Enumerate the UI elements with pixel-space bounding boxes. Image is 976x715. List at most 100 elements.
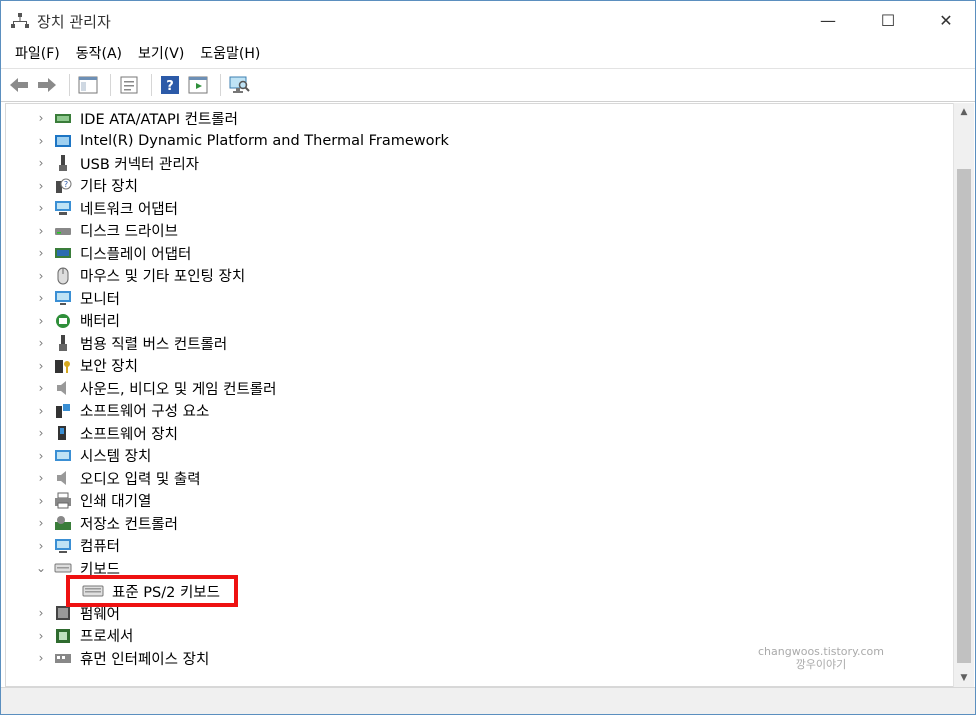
close-button[interactable]: ✕ — [921, 1, 971, 39]
tree-item-label: 모니터 — [80, 291, 121, 308]
hid-icon — [55, 654, 71, 663]
chevron-right-icon[interactable]: › — [34, 629, 48, 643]
forward-button[interactable] — [35, 73, 59, 97]
tree-item-label: 배터리 — [80, 314, 121, 330]
window-title: 장치 관리자 — [37, 13, 111, 31]
menu-file[interactable]: 파일(F) — [7, 43, 68, 63]
tree-item-label: USB 커넥터 관리자 — [80, 156, 200, 173]
tree-item-software-component[interactable]: › 소프트웨어 구성 요소 — [6, 400, 209, 422]
processor-icon — [56, 628, 70, 643]
maximize-icon: ☐ — [880, 10, 896, 30]
tree-item-ide-controller[interactable]: › IDE ATA/ATAPI 컨트롤러 — [6, 107, 238, 129]
tree-item-disk-drive[interactable]: › 디스크 드라이브 — [6, 220, 178, 242]
tree-item-label: 보안 장치 — [80, 359, 138, 375]
scan-hardware-icon — [229, 76, 250, 93]
svg-text:?: ? — [64, 180, 68, 189]
chevron-right-icon[interactable]: › — [34, 269, 48, 283]
chevron-right-icon[interactable]: › — [34, 336, 48, 350]
security-device-icon — [55, 359, 70, 373]
chevron-right-icon[interactable]: › — [34, 426, 48, 440]
properties-button[interactable] — [117, 73, 141, 97]
help-button[interactable]: ? — [158, 73, 182, 97]
scroll-thumb[interactable] — [957, 169, 971, 663]
tree-item-label: 디스플레이 어댑터 — [80, 246, 192, 263]
tree-item-software-device[interactable]: › 소프트웨어 장치 — [6, 422, 178, 444]
tree-item-label: 시스템 장치 — [80, 449, 152, 465]
chevron-right-icon[interactable]: › — [34, 381, 48, 395]
tree-item-security-device[interactable]: › 보안 장치 — [6, 355, 138, 377]
properties-icon — [120, 76, 138, 94]
chevron-right-icon[interactable]: › — [34, 111, 48, 125]
tree-item-network-adapter[interactable]: › 네트워크 어댑터 — [6, 197, 178, 219]
watermark-name: 깡우이야기 — [795, 658, 847, 671]
help-icon: ? — [161, 76, 179, 94]
back-button[interactable] — [7, 73, 31, 97]
intel-framework-icon — [55, 134, 71, 147]
tree-item-display-adapter[interactable]: › 디스플레이 어댑터 — [6, 242, 192, 264]
action-pane-icon — [188, 76, 208, 94]
tree-item-other-device[interactable]: ›? 기타 장치 — [6, 175, 138, 197]
tree-item-label: Intel(R) Dynamic Platform and Thermal Fr… — [80, 132, 449, 149]
storage-controller-icon — [55, 516, 71, 530]
chevron-right-icon[interactable]: › — [34, 449, 48, 463]
chevron-down-icon[interactable]: ⌄ — [34, 561, 48, 575]
chevron-right-icon[interactable]: › — [34, 156, 48, 170]
tree-item-usb-controller[interactable]: › 범용 직렬 버스 컨트롤러 — [6, 332, 227, 354]
minimize-button[interactable]: — — [803, 1, 853, 39]
software-component-icon — [56, 403, 70, 418]
display-adapter-icon — [55, 248, 71, 258]
chevron-right-icon[interactable]: › — [34, 291, 48, 305]
menu-bar: 파일(F) 동작(A) 보기(V) 도움말(H) — [1, 39, 975, 67]
tree-item-print-queue[interactable]: › 인쇄 대기열 — [6, 490, 151, 512]
chevron-right-icon[interactable]: › — [34, 516, 48, 530]
title-bar[interactable]: 장치 관리자 — ☐ ✕ — [1, 1, 975, 39]
tree-item-label: 프로세서 — [80, 629, 134, 645]
system-device-icon — [55, 449, 71, 461]
computer-icon — [55, 538, 71, 553]
menu-view[interactable]: 보기(V) — [130, 43, 192, 63]
scan-hardware-button[interactable] — [227, 73, 251, 97]
chevron-right-icon[interactable]: › — [34, 201, 48, 215]
tree-item-usb-connector[interactable]: › USB 커넥터 관리자 — [6, 152, 199, 174]
maximize-button[interactable]: ☐ — [863, 1, 913, 39]
tree-item-label: 범용 직렬 버스 컨트롤러 — [80, 336, 228, 353]
tree-item-mouse[interactable]: › 마우스 및 기타 포인팅 장치 — [6, 265, 245, 287]
tree-item-label: 저장소 컨트롤러 — [80, 516, 178, 533]
tree-item-computer[interactable]: › 컴퓨터 — [6, 535, 120, 557]
toolbar-separator — [220, 74, 221, 96]
toolbar-separator — [151, 74, 152, 96]
tree-item-system-device[interactable]: › 시스템 장치 — [6, 445, 152, 467]
tree-item-hid[interactable]: › 휴먼 인터페이스 장치 — [6, 647, 210, 669]
tree-item-audio-io[interactable]: › 오디오 입력 및 출력 — [6, 467, 201, 489]
tree-item-intel-framework[interactable]: › Intel(R) Dynamic Platform and Thermal F… — [6, 130, 449, 152]
chevron-right-icon[interactable]: › — [34, 314, 48, 328]
chevron-right-icon[interactable]: › — [34, 246, 48, 260]
software-device-icon — [58, 426, 66, 440]
mouse-icon — [57, 267, 69, 284]
chevron-right-icon[interactable]: › — [34, 359, 48, 373]
tree-item-processor[interactable]: › 프로세서 — [6, 625, 133, 647]
tree-item-storage-controller[interactable]: › 저장소 컨트롤러 — [6, 512, 178, 534]
tree-item-battery[interactable]: › 배터리 — [6, 310, 120, 332]
menu-help[interactable]: 도움말(H) — [192, 43, 268, 63]
console-tree-button[interactable] — [76, 73, 100, 97]
highlighted-keyboard-device[interactable]: 표준 PS/2 키보드 — [66, 575, 238, 607]
vertical-scrollbar[interactable]: ▲ ▼ — [953, 103, 974, 687]
chevron-right-icon[interactable]: › — [34, 471, 48, 485]
chevron-right-icon[interactable]: › — [34, 539, 48, 553]
action-pane-button[interactable] — [186, 73, 210, 97]
tree-item-monitor[interactable]: › 모니터 — [6, 287, 120, 309]
tree-item-label: 디스크 드라이브 — [80, 224, 178, 240]
menu-action[interactable]: 동작(A) — [68, 43, 130, 63]
chevron-right-icon[interactable]: › — [34, 134, 48, 148]
tree-item-label: 마우스 및 기타 포인팅 장치 — [80, 269, 246, 285]
scroll-down-icon[interactable]: ▼ — [954, 669, 974, 687]
scroll-up-icon[interactable]: ▲ — [954, 103, 974, 121]
chevron-right-icon[interactable]: › — [34, 651, 48, 665]
chevron-right-icon[interactable]: › — [34, 224, 48, 238]
chevron-right-icon[interactable]: › — [34, 179, 48, 193]
chevron-right-icon[interactable]: › — [34, 494, 48, 508]
chevron-right-icon[interactable]: › — [34, 606, 48, 620]
chevron-right-icon[interactable]: › — [34, 404, 48, 418]
tree-item-sound[interactable]: › 사운드, 비디오 및 게임 컨트롤러 — [6, 377, 276, 399]
